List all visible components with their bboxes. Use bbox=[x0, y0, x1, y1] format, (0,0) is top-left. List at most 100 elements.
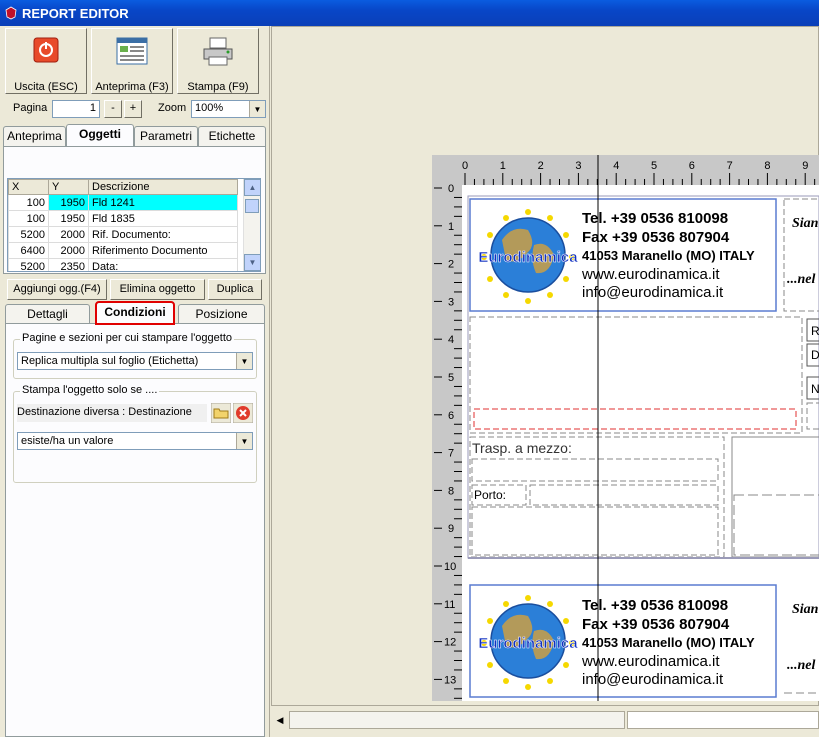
tab-condizioni[interactable]: Condizioni bbox=[95, 301, 175, 325]
canvas-hscroll[interactable]: ◀ bbox=[271, 706, 819, 737]
pages-sections-group: Pagine e sezioni per cui stampare l'ogge… bbox=[13, 332, 257, 379]
right-bottom-text: ...nel bbox=[787, 272, 816, 287]
ruler-v-label: 6 bbox=[448, 410, 454, 422]
cell-desc: Data: bbox=[88, 258, 238, 271]
cell-y: 1950 bbox=[48, 194, 89, 211]
cell-y: 1950 bbox=[48, 210, 89, 227]
print-button[interactable]: Stampa (F9) bbox=[177, 28, 259, 94]
window-title: REPORT EDITOR bbox=[22, 5, 129, 21]
ruler-h-label: 9 bbox=[802, 160, 808, 172]
ruler-v-label: 4 bbox=[448, 334, 454, 346]
col-y[interactable]: Y bbox=[48, 179, 89, 195]
zoom-value: 100% bbox=[195, 102, 224, 114]
power-icon bbox=[33, 37, 59, 63]
ruler-v-label: 11 bbox=[444, 599, 455, 611]
ruler-v-label: 0 bbox=[448, 183, 454, 195]
email-text: info@eurodinamica.it bbox=[582, 284, 724, 301]
folder-icon[interactable] bbox=[210, 402, 232, 424]
status-field bbox=[627, 711, 819, 729]
preview-button[interactable]: Anteprima (F3) bbox=[91, 28, 173, 94]
delete-object-button[interactable]: Elimina oggetto bbox=[110, 279, 205, 300]
add-object-button[interactable]: Aggiungi ogg.(F4) bbox=[7, 279, 107, 300]
cell-x: 5200 bbox=[8, 258, 49, 271]
hscroll-track[interactable] bbox=[289, 711, 625, 729]
scroll-thumb[interactable] bbox=[245, 199, 259, 213]
dropdown-arrow-icon[interactable]: ▼ bbox=[249, 101, 265, 117]
cell-desc: Riferimento Documento bbox=[88, 242, 238, 259]
exit-button[interactable]: Uscita (ESC) bbox=[5, 28, 87, 94]
scroll-up-icon[interactable]: ▲ bbox=[244, 179, 260, 196]
tab-oggetti[interactable]: Oggetti bbox=[66, 124, 134, 146]
right-top-text: Sian bbox=[792, 602, 819, 617]
title-bar: REPORT EDITOR bbox=[0, 0, 819, 26]
page-minus-button[interactable]: - bbox=[104, 100, 122, 118]
cell-x: 100 bbox=[8, 194, 49, 211]
report-page[interactable]: 0123456789 0 1 2 3 4 5 6 7 8 9 10 11 12 13 Eurodinami… bbox=[432, 155, 819, 701]
condition-select[interactable]: esiste/ha un valore ▼ bbox=[17, 432, 253, 450]
ruler-v-label: 8 bbox=[448, 485, 454, 497]
replica-select[interactable]: Replica multipla sul foglio (Etichetta) … bbox=[17, 352, 253, 370]
table-row[interactable]: 6400 2000 Riferimento Documento bbox=[8, 242, 238, 259]
ruler-h-label: 2 bbox=[538, 160, 544, 172]
scroll-left-icon[interactable]: ◀ bbox=[273, 712, 287, 728]
ruler-v-label: 12 bbox=[444, 637, 456, 649]
right-top-text: Sian bbox=[792, 216, 819, 231]
ruler-h-label: 8 bbox=[764, 160, 770, 172]
duplicate-button[interactable]: Duplica bbox=[208, 279, 262, 300]
box-r-label: R bbox=[811, 324, 819, 338]
print-condition-group: Stampa l'oggetto solo se .... Destinazio… bbox=[13, 384, 257, 483]
clear-icon[interactable] bbox=[232, 402, 254, 424]
print-condition-caption: Stampa l'oggetto solo se .... bbox=[20, 384, 160, 396]
page-input[interactable]: 1 bbox=[52, 100, 100, 118]
ruler-h-label: 0 bbox=[462, 160, 468, 172]
ruler-v-label: 1 bbox=[448, 221, 454, 233]
web-text: www.eurodinamica.it bbox=[581, 653, 720, 670]
email-text: info@eurodinamica.it bbox=[582, 671, 724, 688]
dropdown-arrow-icon[interactable]: ▼ bbox=[236, 353, 252, 369]
replica-value: Replica multipla sul foglio (Etichetta) bbox=[21, 355, 199, 367]
logo-text: Eurodinamica bbox=[478, 635, 578, 652]
ruler-v-label: 7 bbox=[448, 448, 454, 460]
porto-label: Porto: bbox=[474, 488, 506, 502]
col-x[interactable]: X bbox=[8, 179, 49, 195]
table-row[interactable]: 100 1950 Fld 1241 bbox=[8, 194, 238, 211]
print-label: Stampa (F9) bbox=[187, 81, 249, 93]
col-descrizione[interactable]: Descrizione bbox=[88, 179, 238, 195]
table-row[interactable]: 100 1950 Fld 1835 bbox=[8, 210, 238, 227]
zoom-select[interactable]: 100% ▼ bbox=[191, 100, 266, 118]
page-plus-button[interactable]: + bbox=[124, 100, 142, 118]
trasp-label: Trasp. a mezzo: bbox=[472, 440, 572, 456]
ruler-v-label: 9 bbox=[448, 523, 454, 535]
fax-text: Fax +39 0536 807904 bbox=[582, 616, 730, 633]
pager-row: Pagina 1 - + Zoom 100% ▼ bbox=[0, 98, 270, 120]
condition-value: esiste/ha un valore bbox=[21, 435, 114, 447]
preview-icon bbox=[116, 37, 148, 65]
right-bottom-text: ...nel bbox=[787, 658, 816, 673]
cell-desc: Fld 1241 bbox=[88, 194, 238, 211]
objects-table: X Y Descrizione 100 1950 Fld 1241 100 19… bbox=[7, 178, 261, 272]
destination-field[interactable]: Destinazione diversa : Destinazione bbox=[17, 404, 207, 422]
conditions-pane: Pagine e sezioni per cui stampare l'ogge… bbox=[5, 323, 265, 737]
app-icon bbox=[5, 6, 17, 20]
preview-label: Anteprima (F3) bbox=[95, 81, 169, 93]
cell-y: 2350 bbox=[48, 258, 89, 271]
scroll-down-icon[interactable]: ▼ bbox=[244, 254, 260, 271]
pages-sections-caption: Pagine e sezioni per cui stampare l'ogge… bbox=[20, 332, 235, 344]
cell-x: 100 bbox=[8, 210, 49, 227]
dropdown-arrow-icon[interactable]: ▼ bbox=[236, 433, 252, 449]
tab-anteprima[interactable]: Anteprima bbox=[3, 126, 66, 146]
table-row[interactable]: 5200 2350 Data: bbox=[8, 258, 238, 271]
tab-etichette[interactable]: Etichette bbox=[198, 126, 266, 146]
report-drawing: 0123456789 012345678910111213 Eurodinami… bbox=[432, 155, 819, 701]
table-scrollbar[interactable]: ▲ ▼ bbox=[243, 179, 260, 271]
tab-posizione[interactable]: Posizione bbox=[178, 304, 265, 324]
tab-parametri[interactable]: Parametri bbox=[134, 126, 198, 146]
address-text: 41053 Maranello (MO) ITALY bbox=[582, 635, 755, 650]
tab-dettagli[interactable]: Dettagli bbox=[5, 304, 90, 324]
box-n-label: N bbox=[811, 382, 819, 396]
cell-y: 2000 bbox=[48, 242, 89, 259]
ruler-h-label: 1 bbox=[500, 160, 506, 172]
ruler-h-label: 7 bbox=[727, 160, 733, 172]
table-row[interactable]: 5200 2000 Rif. Documento: bbox=[8, 226, 238, 243]
cell-x: 6400 bbox=[8, 242, 49, 259]
